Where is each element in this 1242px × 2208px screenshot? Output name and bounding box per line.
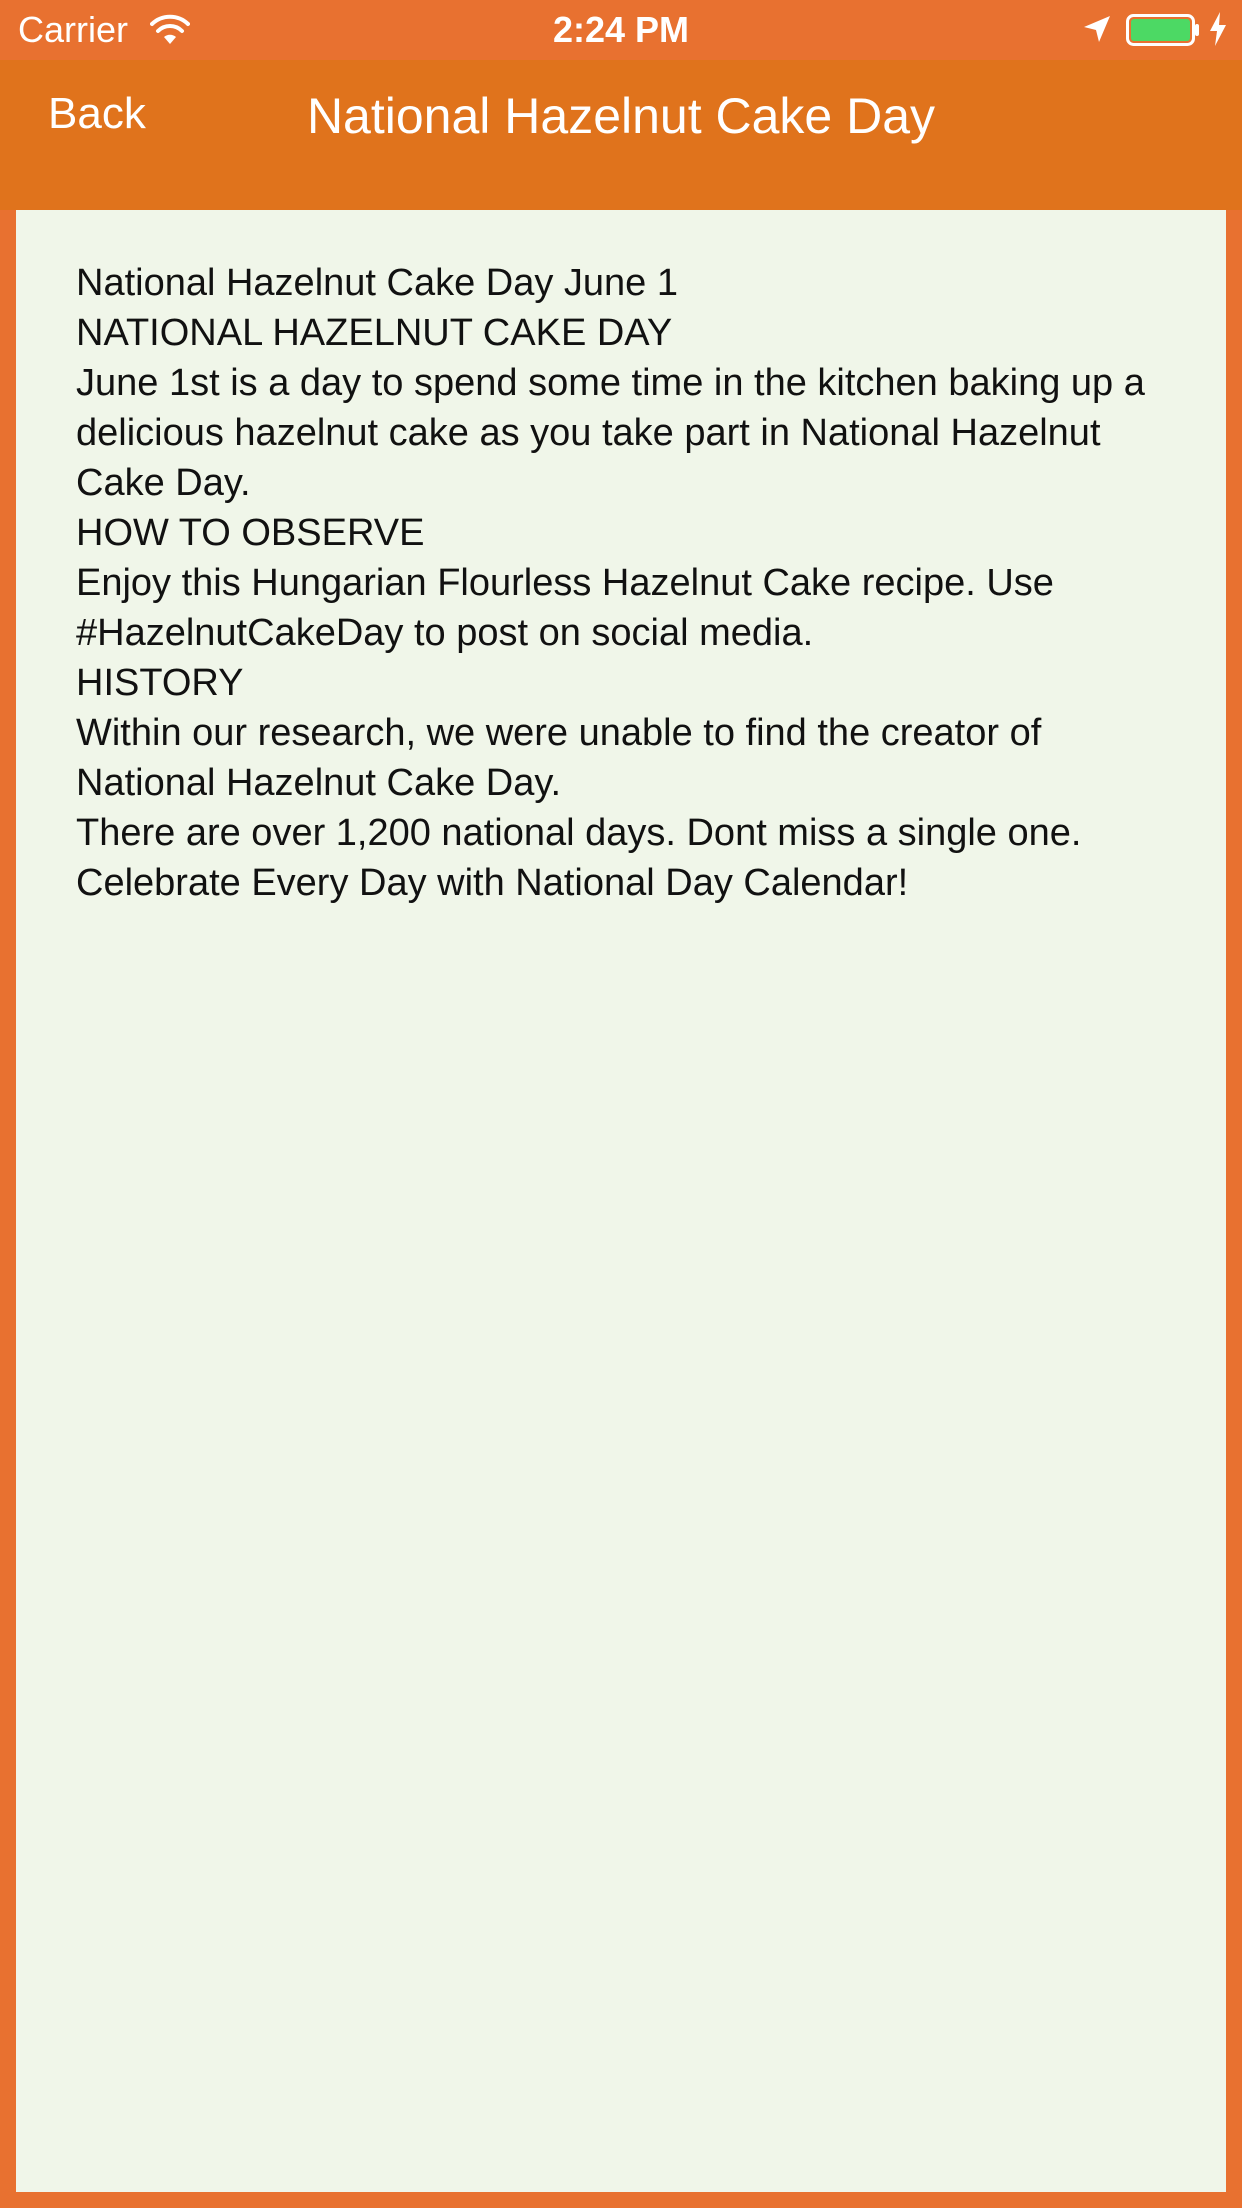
- page-title: National Hazelnut Cake Day: [306, 88, 936, 144]
- status-bar: Carrier 2:24 PM: [0, 0, 1242, 60]
- charging-bolt-icon: [1210, 12, 1226, 46]
- content-panel: National Hazelnut Cake Day June 1 NATION…: [16, 210, 1226, 2192]
- battery-icon: [1126, 14, 1199, 46]
- article-text: National Hazelnut Cake Day June 1 NATION…: [76, 262, 1145, 904]
- location-arrow-icon: [1084, 16, 1110, 42]
- app-screen: Carrier 2:24 PM Back National Hazelnut C…: [0, 0, 1242, 2208]
- status-time: 2:24 PM: [552, 9, 690, 50]
- navigation-bar: Back National Hazelnut Cake Day: [0, 60, 1242, 210]
